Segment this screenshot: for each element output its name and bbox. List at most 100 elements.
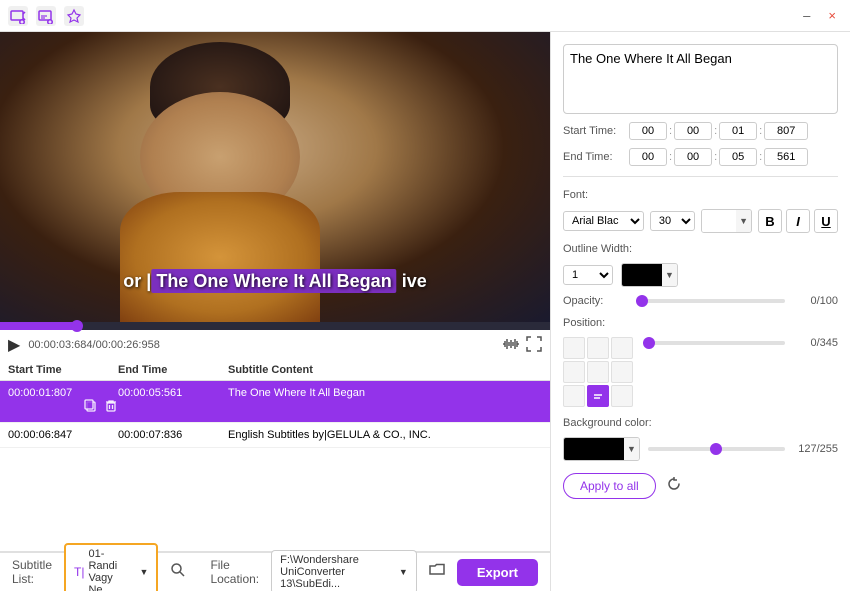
col-start-time: Start Time (8, 364, 118, 376)
bg-opacity-slider[interactable] (648, 447, 785, 451)
play-button[interactable]: ▶ (8, 335, 20, 355)
outline-color-box (622, 264, 662, 286)
opacity-label: Opacity: (563, 295, 628, 307)
bottom-bar: Subtitle List: T| 01-Randi Vagy Ne... ▼ … (0, 551, 550, 591)
pos-mid-center[interactable] (587, 361, 609, 383)
font-color-box (702, 210, 736, 232)
row2-start: 00:00:06:847 (8, 429, 118, 441)
end-time-fields: : : : (629, 148, 808, 166)
subtitle-prefix: or | (123, 271, 151, 291)
row1-end: 00:00:05:561 (118, 387, 228, 399)
subtitle-table: Start Time End Time Subtitle Content 00:… (0, 360, 550, 551)
bg-color-box (564, 438, 624, 460)
end-time-s[interactable] (719, 148, 757, 166)
file-location-label: File Location: (210, 558, 259, 586)
video-subtitle-overlay: or |The One Where It All Began ive (123, 271, 426, 292)
left-panel: or |The One Where It All Began ive ▶ 00:… (0, 32, 550, 591)
start-time-h[interactable] (629, 122, 667, 140)
right-panel: The One Where It All Began Start Time: :… (550, 32, 850, 591)
search-button[interactable] (170, 562, 186, 582)
controls-right (502, 336, 542, 355)
font-label: Font: (563, 189, 838, 201)
opacity-value: 0/100 (793, 295, 838, 307)
start-time-m[interactable] (674, 122, 712, 140)
opacity-row: Opacity: 0/100 (563, 295, 838, 307)
waveform-button[interactable] (502, 337, 520, 354)
start-time-ms[interactable] (764, 122, 808, 140)
pos-top-center[interactable] (587, 337, 609, 359)
outline-color-swatch[interactable]: ▼ (621, 263, 678, 287)
video-preview: or |The One Where It All Began ive (0, 32, 550, 322)
playback-controls: ▶ 00:00:03:684/00:00:26:958 (0, 330, 550, 360)
font-color-swatch[interactable]: ▼ (701, 209, 752, 233)
pos-top-left[interactable] (563, 337, 585, 359)
col-content: Subtitle Content (228, 364, 542, 376)
add-subtitle-button[interactable] (36, 6, 56, 26)
end-time-h[interactable] (629, 148, 667, 166)
end-time-ms[interactable] (764, 148, 808, 166)
start-time-label: Start Time: (563, 125, 623, 137)
pos-mid-right[interactable] (611, 361, 633, 383)
bg-opacity-value: 127/255 (793, 443, 838, 455)
refresh-button[interactable] (666, 476, 682, 497)
row1-copy-button[interactable] (84, 399, 98, 416)
pos-bot-right[interactable] (611, 385, 633, 407)
progress-handle[interactable] (71, 320, 83, 332)
chevron-down-icon: ▼ (140, 567, 149, 577)
position-section: 0/345 (563, 337, 838, 407)
minimize-button[interactable]: – (797, 6, 816, 25)
position-slider-row: 0/345 (643, 337, 838, 349)
file-path-text: F:\Wondershare UniConverter 13\SubEdi... (280, 554, 395, 590)
font-color-arrow: ▼ (736, 210, 751, 232)
pos-top-right[interactable] (611, 337, 633, 359)
position-value: 0/345 (793, 337, 838, 349)
font-family-select[interactable]: Arial Blac (563, 211, 644, 231)
end-time-label: End Time: (563, 151, 623, 163)
file-path-display: F:\Wondershare UniConverter 13\SubEdi...… (271, 550, 417, 591)
bg-color-swatch[interactable]: ▼ (563, 437, 640, 461)
pos-bot-center[interactable] (587, 385, 609, 407)
subtitle-dropdown[interactable]: T| 01-Randi Vagy Ne... ▼ (64, 543, 158, 591)
toolbar (8, 6, 84, 26)
font-size-select[interactable]: 30 (650, 211, 695, 231)
start-time-s[interactable] (719, 122, 757, 140)
table-row[interactable]: 00:00:06:847 00:00:07:836 English Subtit… (0, 423, 550, 448)
time-display: 00:00:03:684/00:00:26:958 (28, 339, 160, 351)
pos-mid-left[interactable] (563, 361, 585, 383)
outline-width-select[interactable]: 1 (563, 265, 613, 285)
title-bar: – × (0, 0, 850, 32)
add-media-button[interactable] (8, 6, 28, 26)
subtitle-dropdown-text: 01-Randi Vagy Ne... (88, 548, 131, 591)
path-chevron-icon: ▼ (399, 567, 408, 577)
progress-bar[interactable] (0, 322, 550, 330)
row1-delete-button[interactable] (104, 399, 118, 416)
row1-actions (8, 399, 118, 416)
end-time-row: End Time: : : : (563, 148, 838, 166)
position-slider[interactable] (643, 341, 785, 345)
bg-color-arrow: ▼ (624, 438, 639, 460)
subtitle-text-editor[interactable]: The One Where It All Began (563, 44, 838, 114)
fullscreen-button[interactable] (526, 336, 542, 355)
end-time-m[interactable] (674, 148, 712, 166)
pos-bot-left[interactable] (563, 385, 585, 407)
table-row[interactable]: 00:00:01:807 00:00:05:561 The One Where … (0, 381, 550, 423)
outline-width-label: Outline Width: (563, 243, 838, 255)
position-slider-area: 0/345 (643, 337, 838, 349)
position-label: Position: (563, 317, 838, 329)
opacity-slider[interactable] (636, 299, 785, 303)
bg-color-row: ▼ 127/255 (563, 437, 838, 461)
start-time-fields: : : : (629, 122, 808, 140)
italic-button[interactable]: I (786, 209, 810, 233)
main-content: or |The One Where It All Began ive ▶ 00:… (0, 32, 850, 591)
smart-subtitle-button[interactable] (64, 6, 84, 26)
font-row: Arial Blac 30 ▼ B I U (563, 209, 838, 233)
subtitle-suffix: ive (397, 271, 427, 291)
bold-button[interactable]: B (758, 209, 782, 233)
outline-color-arrow: ▼ (662, 264, 677, 286)
apply-to-all-button[interactable]: Apply to all (563, 473, 656, 499)
folder-button[interactable] (429, 563, 445, 581)
export-button[interactable]: Export (457, 559, 538, 586)
window-controls: – × (797, 6, 842, 25)
underline-button[interactable]: U (814, 209, 838, 233)
close-button[interactable]: × (822, 6, 842, 25)
